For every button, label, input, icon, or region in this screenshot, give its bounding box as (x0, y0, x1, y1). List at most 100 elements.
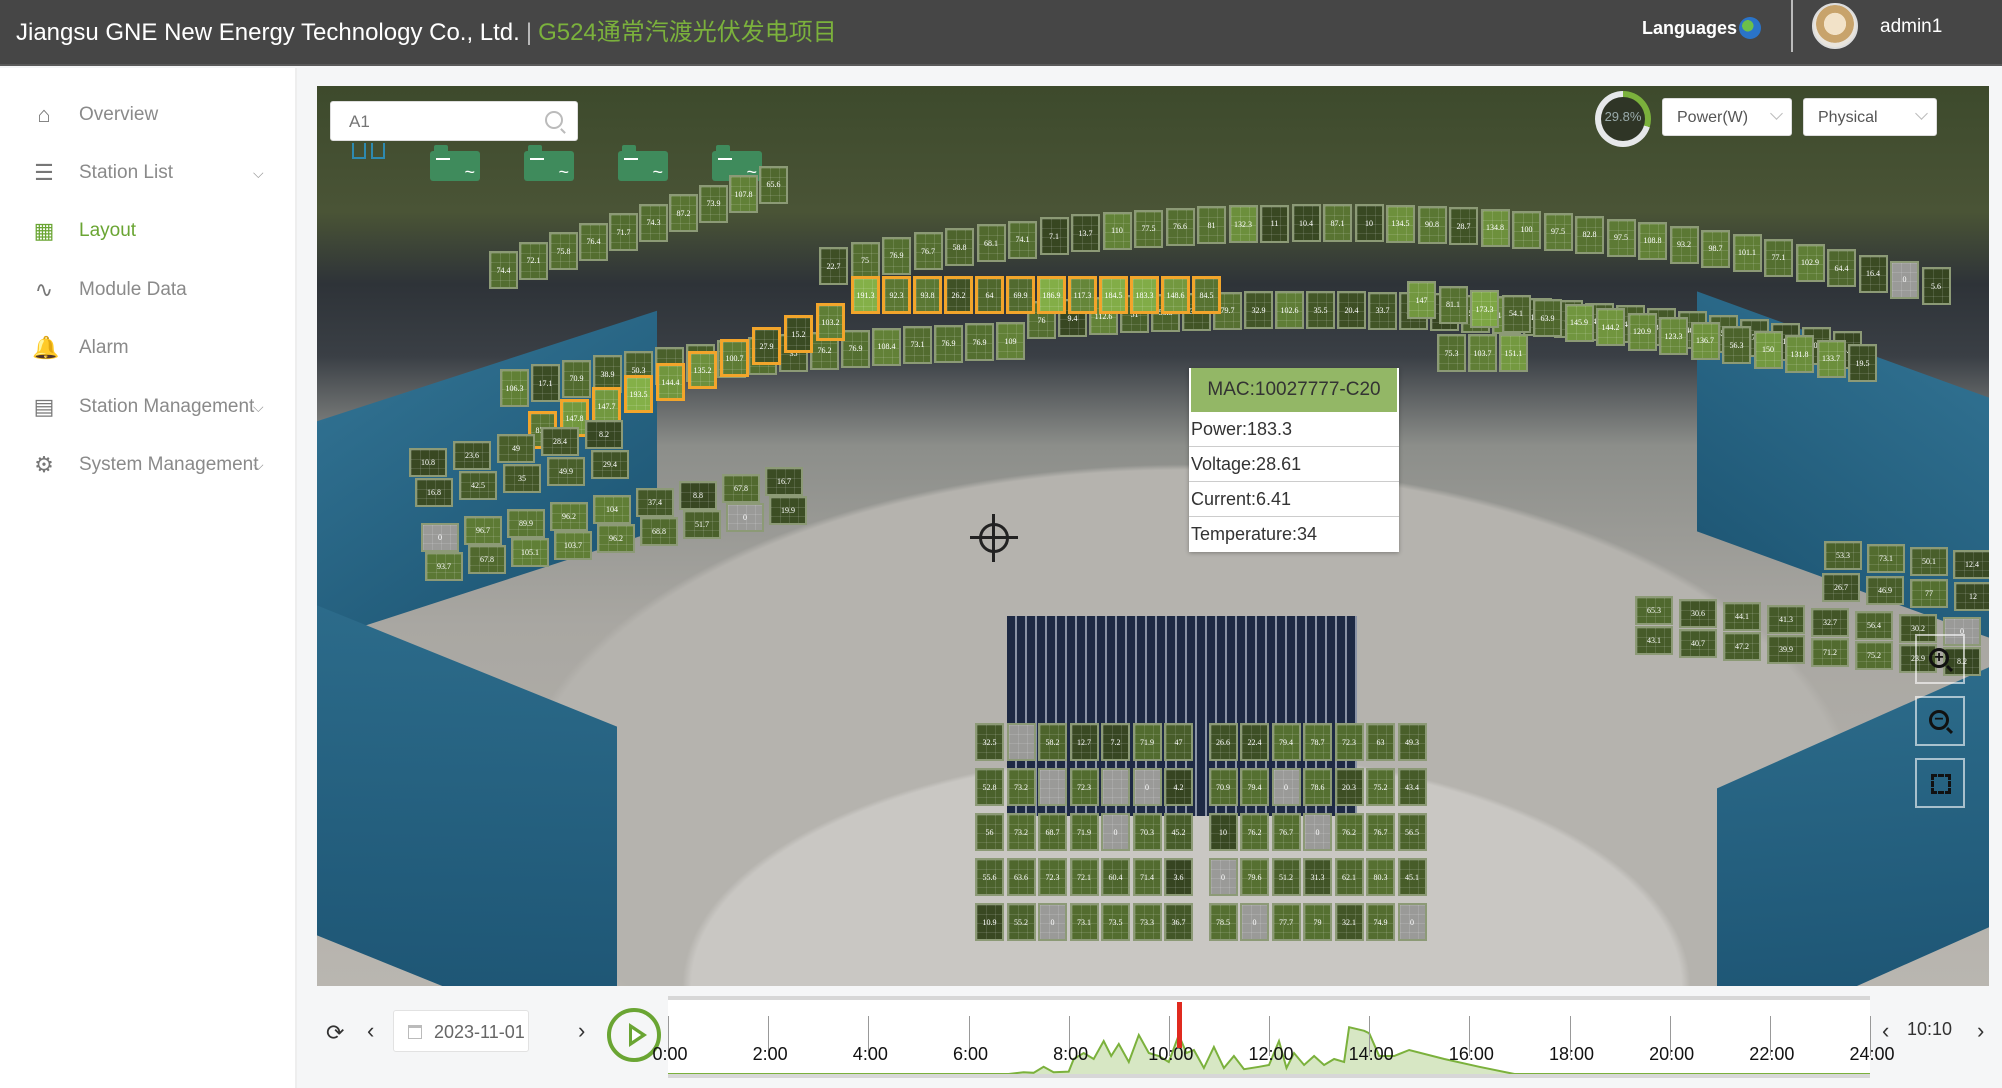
search-icon[interactable] (545, 111, 563, 129)
timeline-cursor[interactable] (1177, 1002, 1183, 1048)
solar-panel[interactable]: 65.3 (1635, 596, 1673, 625)
solar-panel[interactable]: 107.8 (729, 175, 758, 213)
solar-panel[interactable]: 74.3 (639, 203, 668, 242)
solar-panel[interactable]: 74.1 (1008, 220, 1037, 259)
timeline-chart[interactable]: 0:00 2:00 4:00 6:00 8:00 10:00 12:00 14:00 16:00… (652, 996, 1895, 1078)
solar-panel[interactable]: 0 (1271, 768, 1301, 806)
solar-panel[interactable]: 41.3 (1767, 605, 1805, 634)
solar-panel[interactable]: 32.1 (1334, 903, 1364, 941)
solar-panel[interactable]: 68.8 (640, 517, 678, 546)
layout-map[interactable]: 29.8% Power(W) Physical 74.472.175.876.4… (317, 86, 1989, 986)
metric-select[interactable]: Power(W) (1662, 98, 1792, 136)
solar-panel[interactable]: 73.9 (699, 184, 728, 223)
solar-panel[interactable]: 75.2 (1855, 641, 1893, 670)
zoom-in-button[interactable]: + (1915, 634, 1965, 684)
solar-panel[interactable]: 0 (726, 503, 764, 532)
solar-panel[interactable]: 28.7 (1449, 207, 1478, 246)
prev-date-button[interactable]: ‹ (367, 1018, 374, 1044)
solar-panel[interactable]: 191.3 (851, 276, 880, 314)
solar-panel[interactable]: 173.3 (1470, 290, 1499, 328)
solar-panel[interactable]: 16.7 (765, 467, 803, 496)
solar-panel[interactable]: 68.1 (976, 224, 1006, 263)
solar-panel[interactable]: 136.7 (1690, 321, 1720, 360)
solar-panel[interactable]: 0 (1132, 768, 1162, 806)
solar-panel[interactable]: 26.7 (1822, 573, 1860, 602)
solar-panel[interactable]: 10.9 (975, 903, 1004, 941)
solar-panel[interactable]: 51.7 (683, 510, 721, 539)
solar-panel[interactable]: 78.5 (1208, 903, 1238, 941)
solar-panel[interactable]: 31.3 (1303, 858, 1332, 896)
solar-panel[interactable]: 74.9 (1366, 903, 1395, 941)
solar-panel[interactable]: 78.7 (1303, 723, 1332, 761)
solar-panel[interactable]: 35.5 (1306, 291, 1335, 329)
solar-panel[interactable]: 90.8 (1417, 205, 1447, 244)
solar-panel[interactable]: 110 (1102, 211, 1132, 250)
solar-panel[interactable]: 77.7 (1271, 903, 1301, 941)
view-select[interactable]: Physical (1803, 98, 1937, 136)
solar-panel[interactable]: 45.1 (1397, 858, 1427, 896)
refresh-icon[interactable]: ⟳ (326, 1020, 344, 1046)
sidebar-item-overview[interactable]: ⌂ Overview (0, 90, 297, 140)
solar-panel[interactable]: 26.2 (944, 276, 973, 314)
username[interactable]: admin1 (1880, 16, 1942, 38)
solar-panel[interactable]: 72.1 (1069, 858, 1099, 896)
solar-panel[interactable]: 89.9 (507, 509, 545, 538)
solar-panel[interactable]: 17.1 (531, 364, 560, 403)
sidebar-item-station-list[interactable]: ☰ Station List ⌵ (0, 148, 297, 198)
solar-panel[interactable]: 108.4 (872, 327, 901, 366)
solar-panel[interactable]: 106.3 (500, 369, 529, 408)
solar-panel[interactable]: 0 (1240, 903, 1269, 941)
solar-panel[interactable]: 72.3 (1334, 723, 1364, 761)
solar-panel[interactable]: 117.3 (1068, 276, 1097, 314)
solar-panel[interactable]: 50.1 (1910, 547, 1948, 576)
search-input[interactable] (349, 111, 539, 133)
sidebar-item-alarm[interactable]: 🔔 Alarm (0, 323, 297, 373)
solar-panel[interactable]: 22.7 (819, 247, 848, 286)
solar-panel[interactable]: 135.2 (688, 351, 717, 389)
solar-panel[interactable]: 81 (1197, 206, 1226, 245)
solar-panel[interactable]: 40.7 (1679, 629, 1717, 658)
solar-panel[interactable]: 10 (1354, 204, 1384, 243)
solar-panel[interactable]: 20.3 (1334, 768, 1364, 806)
solar-panel[interactable]: 104 (593, 495, 631, 524)
solar-panel[interactable]: 73.5 (1101, 903, 1130, 941)
solar-panel[interactable]: 80.3 (1366, 858, 1395, 896)
solar-panel[interactable]: 54.1 (1501, 294, 1531, 333)
solar-panel[interactable]: 19.9 (769, 496, 807, 525)
solar-panel[interactable]: 49 (497, 434, 535, 463)
solar-panel[interactable]: 53.3 (1824, 541, 1862, 570)
zoom-out-button[interactable]: − (1915, 696, 1965, 746)
solar-panel[interactable]: 76.2 (1240, 813, 1269, 851)
solar-panel[interactable]: 13.7 (1071, 214, 1100, 253)
avatar[interactable] (1812, 3, 1858, 49)
solar-panel[interactable]: 33.7 (1368, 291, 1397, 330)
solar-panel[interactable]: 120.9 (1627, 312, 1657, 351)
solar-panel[interactable]: 73.1 (903, 325, 932, 364)
solar-panel[interactable]: 49.9 (547, 457, 585, 486)
solar-panel[interactable]: 55.6 (975, 858, 1004, 896)
solar-panel[interactable]: 42.5 (459, 471, 497, 500)
solar-panel[interactable]: 0 (1303, 813, 1332, 851)
solar-panel[interactable]: 71.9 (1069, 813, 1099, 851)
solar-panel[interactable]: 74.4 (489, 251, 518, 289)
solar-panel[interactable]: 147 (1407, 281, 1436, 319)
solar-panel[interactable]: 12 (1954, 582, 1989, 611)
solar-panel[interactable]: 35 (503, 464, 541, 493)
solar-panel[interactable]: 193.5 (624, 375, 653, 413)
solar-panel[interactable]: 0 (1101, 813, 1130, 851)
solar-panel[interactable]: 11 (1260, 204, 1289, 243)
solar-panel[interactable]: 79 (1303, 903, 1332, 941)
solar-panel[interactable]: 67.8 (468, 545, 506, 574)
solar-panel[interactable]: 72.3 (1069, 768, 1099, 806)
solar-panel[interactable]: 84.5 (1192, 276, 1221, 314)
solar-panel[interactable]: 52.8 (975, 768, 1004, 806)
solar-panel[interactable]: 56.5 (1397, 813, 1427, 851)
solar-panel[interactable]: 75.3 (1437, 334, 1466, 372)
solar-panel[interactable]: 75 (850, 241, 880, 280)
solar-panel[interactable]: 63.6 (1006, 858, 1036, 896)
solar-panel[interactable]: 73.2 (1006, 813, 1036, 851)
solar-panel[interactable]: 71.2 (1811, 638, 1849, 667)
solar-panel[interactable]: 150 (1753, 330, 1783, 369)
solar-panel[interactable]: 28.4 (541, 427, 579, 456)
solar-panel[interactable]: 79.4 (1240, 768, 1269, 806)
